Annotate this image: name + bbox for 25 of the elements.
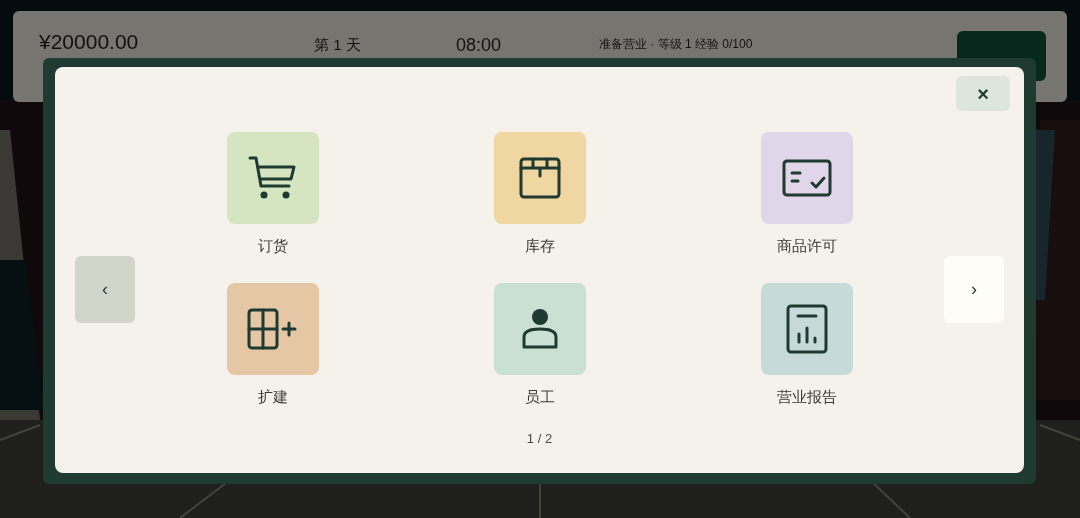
box-icon: [517, 156, 562, 200]
tile-label: 营业报告: [776, 387, 837, 407]
menu-tile[interactable]: [760, 132, 853, 224]
cart-icon: [247, 155, 298, 201]
window-plus-icon: [246, 308, 299, 350]
menu-tile[interactable]: [226, 132, 319, 224]
next-button[interactable]: ›: [944, 256, 1004, 323]
certificate-icon: [781, 159, 832, 197]
tile-label: 员工: [524, 387, 555, 407]
menu-tile[interactable]: [226, 283, 319, 375]
menu-tile[interactable]: [493, 132, 586, 224]
tile-label: 订货: [257, 236, 288, 256]
menu-tile[interactable]: [760, 283, 853, 375]
tile-label: 库存: [524, 236, 555, 256]
level-status: 准备营业 · 等级 1 经验 0/100: [599, 36, 753, 53]
tile-label: 商品许可: [776, 236, 837, 256]
day-label: 第 1 天: [314, 35, 362, 55]
clock-time: 08:00: [456, 34, 503, 57]
tile-label: 扩建: [257, 387, 288, 407]
menu-tile[interactable]: [493, 283, 586, 375]
report-icon: [785, 304, 828, 354]
previous-button[interactable]: ‹: [75, 256, 135, 323]
close-button[interactable]: ×: [956, 76, 1010, 111]
balance: ¥20000.00: [39, 31, 140, 53]
page-indicator: 1 / 2: [526, 430, 553, 448]
